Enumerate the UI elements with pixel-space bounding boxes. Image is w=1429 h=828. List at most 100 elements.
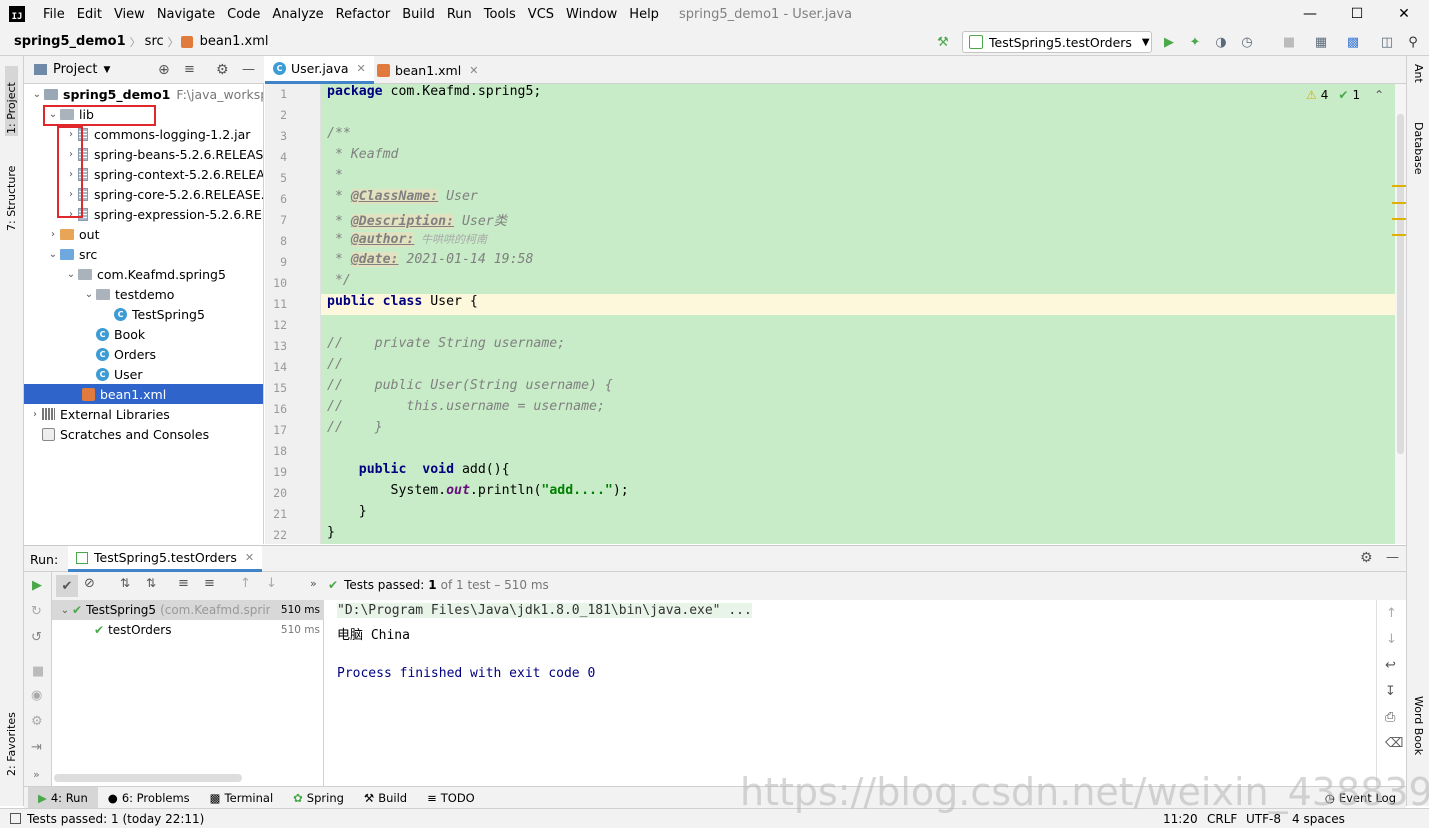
sort-duration-icon[interactable]: ⇅: [146, 576, 156, 590]
rerun-failed-icon[interactable]: ↻: [31, 604, 42, 619]
settings-icon[interactable]: ⚙: [31, 714, 43, 729]
project-view-selector[interactable]: Project: [53, 62, 97, 77]
rerun-icon[interactable]: ▶: [32, 578, 42, 593]
close-window-button[interactable]: ✕: [1382, 0, 1426, 28]
project-structure-icon[interactable]: ▦: [1312, 33, 1330, 51]
search-icon[interactable]: ⚲: [1404, 33, 1422, 51]
more-icon[interactable]: »: [33, 768, 40, 781]
expand-all-icon[interactable]: ≡: [178, 576, 189, 591]
code-text[interactable]: package com.Keafmd.spring5; /** * Keafmd…: [321, 84, 1395, 544]
tree-item-src[interactable]: ⌄ src: [46, 244, 97, 264]
tree-item-jar[interactable]: › spring-beans-5.2.6.RELEASE: [64, 144, 263, 164]
menu-vcs[interactable]: VCS: [522, 7, 560, 22]
tree-item-class[interactable]: C Orders: [96, 344, 156, 364]
test-suite-row[interactable]: ⌄ ✔ TestSpring5 (com.Keafmd.spring 510 m…: [52, 600, 324, 620]
tree-item-jar[interactable]: › spring-core-5.2.6.RELEASE.ja: [64, 184, 263, 204]
wordbook-tool-button[interactable]: Word Book: [1412, 696, 1425, 755]
build-hammer-icon[interactable]: ⚒: [934, 33, 952, 51]
toggle-auto-test-icon[interactable]: ↺: [31, 630, 42, 645]
tool-windows-toggle-icon[interactable]: [10, 813, 21, 824]
warning-marker[interactable]: [1392, 185, 1406, 187]
close-tab-icon[interactable]: ✕: [469, 64, 478, 77]
menu-code[interactable]: Code: [221, 7, 266, 22]
run-tab[interactable]: TestSpring5.testOrders ✕: [68, 546, 263, 572]
tool-window-build[interactable]: ⚒ Build: [354, 787, 417, 809]
tree-item-root[interactable]: ⌄ spring5_demo1 F:\java_workspac: [30, 84, 263, 104]
collapse-all-icon[interactable]: ≡: [204, 576, 215, 591]
menu-refactor[interactable]: Refactor: [330, 7, 397, 22]
gear-icon[interactable]: ⚙: [1360, 550, 1373, 566]
editor-scrollbar[interactable]: [1395, 84, 1406, 544]
horizontal-scrollbar[interactable]: [54, 774, 242, 782]
tool-window-todo[interactable]: ≡ TODO: [417, 787, 485, 809]
arrow-down-icon[interactable]: ↓: [1386, 632, 1397, 647]
tree-item-jar[interactable]: › spring-expression-5.2.6.REL: [64, 204, 263, 224]
collapse-all-icon[interactable]: ≡: [184, 62, 195, 77]
structure-tool-button[interactable]: 7: Structure: [5, 151, 18, 231]
menu-edit[interactable]: Edit: [71, 7, 108, 22]
chevron-up-icon[interactable]: ⌃: [1374, 88, 1384, 102]
show-ignored-icon[interactable]: ⊘: [84, 576, 95, 591]
tree-item-out[interactable]: › out: [46, 224, 99, 244]
presentation-icon[interactable]: ◫: [1378, 33, 1396, 51]
debug-bug-icon[interactable]: ✦: [1186, 33, 1204, 51]
hide-panel-icon[interactable]: —: [1386, 550, 1399, 565]
dropdown-arrow-icon[interactable]: ▼: [103, 65, 110, 75]
warning-marker[interactable]: [1392, 234, 1406, 236]
database-tool-button[interactable]: Database: [1412, 122, 1425, 175]
maximize-button[interactable]: ☐: [1335, 0, 1379, 28]
project-tool-button[interactable]: 1: Project: [5, 66, 18, 136]
tree-item-jar[interactable]: › spring-context-5.2.6.RELEAS: [64, 164, 263, 184]
tool-window-spring[interactable]: ✿ Spring: [283, 787, 354, 809]
tree-item-class[interactable]: C Book: [96, 324, 145, 344]
tab-bean1-xml[interactable]: bean1.xml ✕: [369, 56, 486, 84]
tool-window-run[interactable]: ▶ 4: Run: [28, 786, 98, 809]
camera-icon[interactable]: ◉: [31, 688, 42, 703]
sort-alpha-icon[interactable]: ⇅: [120, 576, 130, 590]
console-output[interactable]: "D:\Program Files\Java\jdk1.8.0_181\bin\…: [325, 600, 1376, 786]
close-tab-icon[interactable]: ✕: [245, 551, 254, 564]
show-passed-icon[interactable]: ✔: [56, 575, 78, 597]
minimize-button[interactable]: —: [1288, 0, 1332, 28]
run-configuration-select[interactable]: TestSpring5.testOrders ▼: [962, 31, 1152, 53]
menu-navigate[interactable]: Navigate: [151, 7, 221, 22]
arrow-up-icon[interactable]: ↑: [1386, 606, 1397, 621]
menu-view[interactable]: View: [108, 7, 151, 22]
test-case-row[interactable]: ✔ testOrders 510 ms: [52, 620, 324, 640]
menu-file[interactable]: File: [37, 7, 71, 22]
gear-icon[interactable]: ⚙: [216, 62, 229, 78]
stop-icon[interactable]: ■: [32, 664, 44, 679]
menu-window[interactable]: Window: [560, 7, 623, 22]
menu-tools[interactable]: Tools: [478, 7, 522, 22]
soft-wrap-icon[interactable]: ↩: [1385, 658, 1396, 673]
profile-icon[interactable]: ◷: [1238, 33, 1256, 51]
menu-build[interactable]: Build: [396, 7, 441, 22]
run-icon[interactable]: ▶: [1160, 33, 1178, 51]
arrow-down-icon[interactable]: ↓: [266, 576, 277, 591]
tool-window-terminal[interactable]: ▩ Terminal: [200, 787, 283, 809]
hide-panel-icon[interactable]: —: [242, 62, 255, 77]
warning-marker[interactable]: [1392, 202, 1406, 204]
arrow-up-icon[interactable]: ↑: [240, 576, 251, 591]
trash-icon[interactable]: ⌫: [1385, 736, 1403, 751]
close-tab-icon[interactable]: ✕: [357, 62, 366, 75]
warning-marker[interactable]: [1392, 218, 1406, 220]
status-message[interactable]: Tests passed: 1 (today 22:11): [27, 812, 204, 826]
breadcrumb-folder[interactable]: src: [141, 34, 168, 49]
locate-icon[interactable]: ⊕: [158, 62, 170, 78]
menu-analyze[interactable]: Analyze: [266, 7, 329, 22]
tree-item-package[interactable]: ⌄ com.Keafmd.spring5: [64, 264, 226, 284]
more-icon[interactable]: »: [310, 577, 317, 590]
inspection-widget[interactable]: ⚠ 4 ✔ 1 ⌃ ⌄: [1306, 88, 1406, 102]
translate-icon[interactable]: ▩: [1344, 33, 1362, 51]
menu-run[interactable]: Run: [441, 7, 478, 22]
print-icon[interactable]: ⎙: [1385, 710, 1395, 725]
tree-item-selected[interactable]: bean1.xml: [24, 384, 263, 404]
breadcrumb-file[interactable]: bean1.xml: [196, 34, 273, 49]
tree-item-scratches[interactable]: Scratches and Consoles: [42, 424, 209, 444]
tree-item-testdemo[interactable]: ⌄ testdemo: [82, 284, 175, 304]
import-tests-icon[interactable]: ⇥: [31, 740, 42, 755]
tree-item-external-libraries[interactable]: › External Libraries: [28, 404, 170, 424]
stop-icon[interactable]: ■: [1280, 33, 1298, 51]
tab-user-java[interactable]: C User.java ✕: [265, 56, 374, 84]
